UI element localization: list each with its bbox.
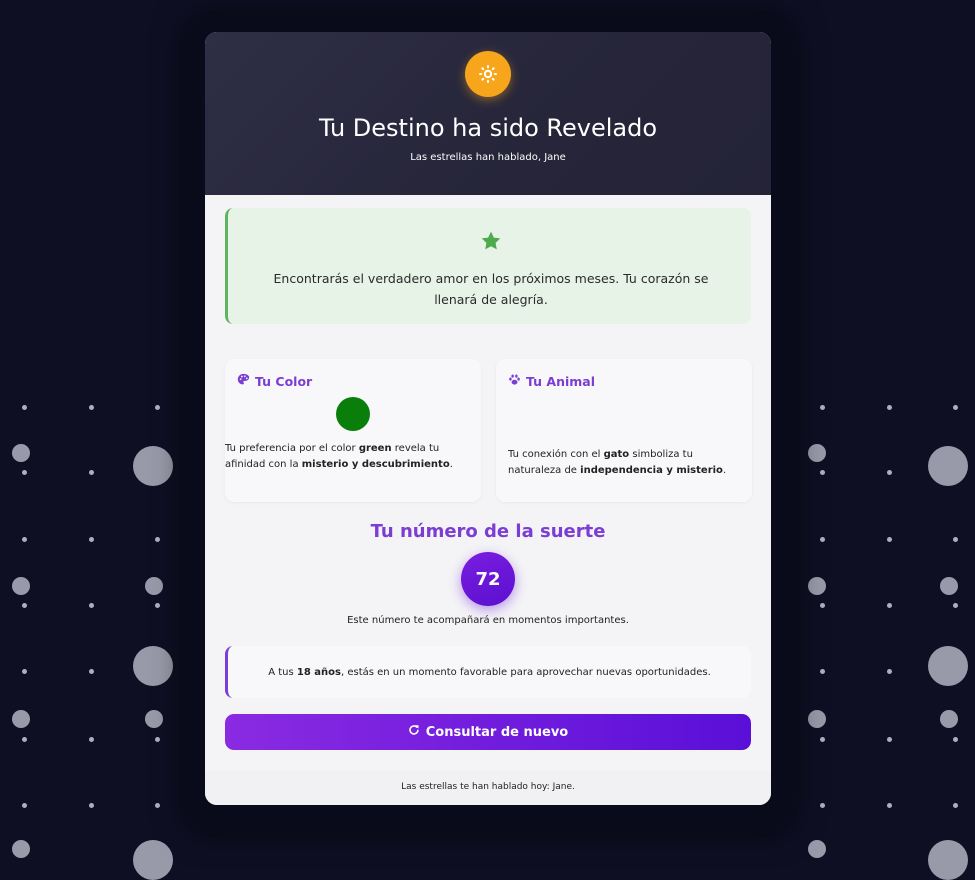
- result-card: Tu Destino ha sido Revelado Las estrella…: [205, 32, 771, 805]
- footer-text: Las estrellas te han hablado hoy: Jane.: [401, 782, 575, 792]
- lucky-number-note: Este número te acompañará en momentos im…: [347, 615, 629, 626]
- page-subtitle: Las estrellas han hablado, Jane: [410, 152, 566, 163]
- age-message: A tus 18 años, estás en un momento favor…: [268, 666, 711, 678]
- fortune-panel: Encontrarás el verdadero amor en los pró…: [225, 208, 751, 324]
- lucky-number-badge: 72: [461, 552, 515, 606]
- color-card-title: Tu Color: [255, 373, 313, 389]
- lucky-number-title: Tu número de la suerte: [370, 521, 606, 542]
- animal-name: gato: [603, 449, 630, 460]
- color-card: Tu Color Tu preferencia por el color gre…: [225, 359, 481, 502]
- animal-description: Tu conexión con el gato simboliza tu nat…: [508, 449, 727, 476]
- color-swatch: [336, 397, 370, 431]
- color-trait: misterio y descubrimiento: [301, 459, 450, 470]
- fortune-text: Encontrarás el verdadero amor en los pró…: [273, 271, 709, 307]
- animal-trait: independencia y misterio: [580, 465, 723, 476]
- redo-icon: [408, 724, 420, 740]
- animal-card: Tu Animal Tu conexión con el gato simbol…: [496, 359, 752, 502]
- sun-icon: [465, 51, 511, 97]
- star-icon: [480, 230, 502, 256]
- animal-card-title: Tu Animal: [526, 373, 596, 389]
- age-value: 18 años: [296, 666, 341, 678]
- consult-again-label: Consultar de nuevo: [425, 724, 569, 740]
- paw-icon: [508, 373, 521, 389]
- page-title: Tu Destino ha sido Revelado: [318, 114, 658, 142]
- consult-again-button[interactable]: Consultar de nuevo: [225, 714, 751, 750]
- age-message-panel: A tus 18 años, estás en un momento favor…: [225, 646, 751, 698]
- animal-card-header: Tu Animal: [508, 373, 595, 389]
- color-description: Tu preferencia por el color green revela…: [225, 443, 453, 470]
- card-header: Tu Destino ha sido Revelado Las estrella…: [205, 32, 771, 195]
- color-card-header: Tu Color: [237, 373, 312, 389]
- color-name: green: [358, 443, 392, 454]
- card-footer: Las estrellas te han hablado hoy: Jane.: [205, 770, 771, 805]
- lucky-number: 72: [475, 568, 501, 590]
- palette-icon: [237, 373, 250, 389]
